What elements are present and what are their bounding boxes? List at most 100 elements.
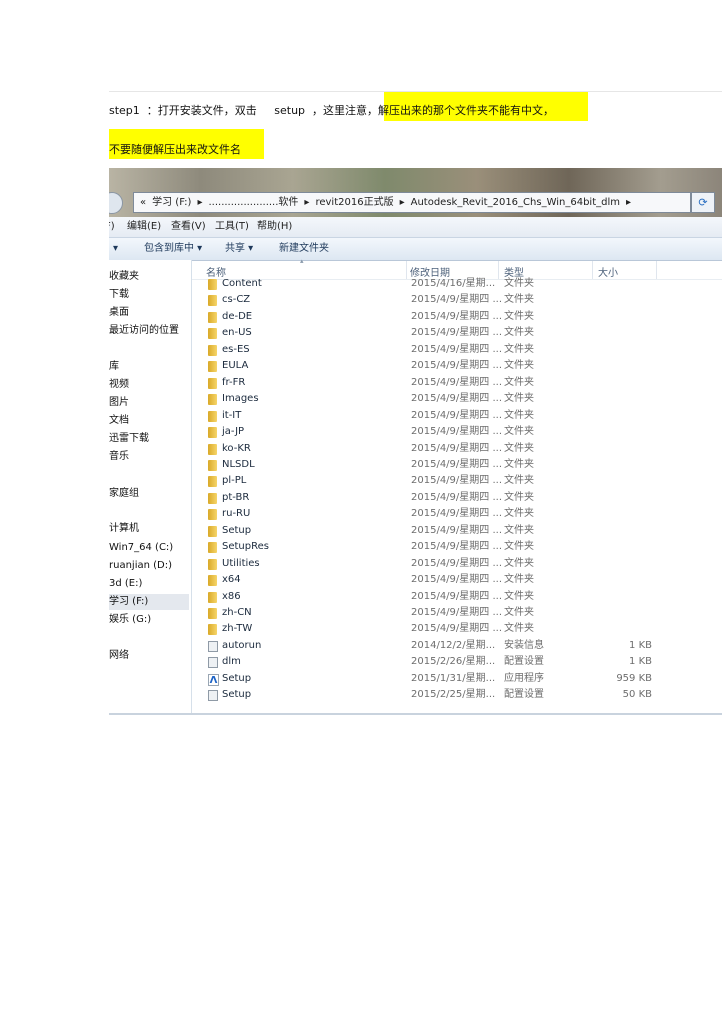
file-name: x86 (222, 590, 241, 602)
sidebar-item[interactable]: 学习 (F:) (109, 594, 189, 610)
file-date: 2015/4/9/星期四 ... (411, 541, 502, 553)
toolbar-button[interactable]: ▾ (113, 238, 118, 260)
file-date: 2015/4/9/星期四 ... (411, 623, 502, 635)
explorer-screenshot: « 学习 (F:) ▸ ......................软件 ▸ revit2… (109, 168, 722, 715)
sidebar-item[interactable]: 3d (E:) (109, 576, 189, 592)
file-name: Utilities (222, 557, 260, 569)
file-date: 2015/4/9/星期四 ... (411, 376, 502, 388)
sidebar-item[interactable]: 文档 (109, 413, 189, 429)
file-row[interactable]: pl-PL 2015/4/9/星期四 ... 文件夹 (192, 473, 722, 489)
file-row[interactable]: zh-TW 2015/4/9/星期四 ... 文件夹 (192, 621, 722, 637)
file-row[interactable]: Λ Setup 2015/1/31/星期... 应用程序 959 KB (192, 671, 722, 687)
file-name: NLSDL (222, 458, 255, 470)
sidebar-item[interactable]: 视频 (109, 377, 189, 393)
sidebar-item[interactable]: Win7_64 (C:) (109, 540, 189, 556)
sidebar-item[interactable]: 网络 (109, 648, 189, 664)
file-name: Setup (222, 689, 252, 701)
breadcrumb-separator-icon[interactable]: ▸ (197, 197, 202, 208)
file-row[interactable]: pt-BR 2015/4/9/星期四 ... 文件夹 (192, 490, 722, 506)
config-file-icon (208, 640, 218, 652)
file-type: 文件夹 (504, 607, 534, 618)
file-type: 文件夹 (504, 557, 534, 569)
sidebar-item[interactable]: 收藏夹 (109, 269, 189, 285)
sidebar-item[interactable]: 下载 (109, 287, 189, 303)
sidebar-item[interactable]: 最近访问的位置 (109, 323, 189, 339)
sidebar-item[interactable]: 计算机 (109, 521, 189, 537)
file-type: 文件夹 (504, 442, 534, 454)
breadcrumb-item[interactable]: revit2016正式版 (315, 197, 393, 208)
sidebar-item[interactable]: 迅雷下载 (109, 431, 189, 447)
file-row[interactable]: Images 2015/4/9/星期四 ... 文件夹 (192, 391, 722, 407)
refresh-icon[interactable]: ⟳ (691, 192, 715, 213)
breadcrumb-separator-icon[interactable]: ▸ (626, 197, 631, 208)
file-name: x64 (222, 574, 241, 586)
menu-item[interactable]: 编辑(E) (127, 217, 161, 237)
file-row[interactable]: EULA 2015/4/9/星期四 ... 文件夹 (192, 358, 722, 374)
folder-icon (208, 295, 217, 307)
file-row[interactable]: x86 2015/4/9/星期四 ... 文件夹 (192, 589, 722, 605)
file-row[interactable]: autorun 2014/12/2/星期... 安装信息 1 KB (192, 638, 722, 654)
file-row[interactable]: it-IT 2015/4/9/星期四 ... 文件夹 (192, 408, 722, 424)
file-row[interactable]: Setup 2015/4/9/星期四 ... 文件夹 (192, 523, 722, 539)
sidebar-item[interactable]: 娱乐 (G:) (109, 612, 189, 628)
file-date: 2015/4/9/星期四 ... (411, 327, 502, 339)
menu-item[interactable]: 工具(T) (215, 217, 249, 237)
file-row[interactable]: x64 2015/4/9/星期四 ... 文件夹 (192, 572, 722, 588)
file-type: 配置设置 (504, 656, 544, 668)
menu-item[interactable]: F) (109, 217, 115, 237)
sidebar-item[interactable]: 家庭组 (109, 486, 189, 502)
folder-icon (208, 377, 217, 389)
folder-icon (208, 624, 217, 636)
file-row[interactable]: SetupRes 2015/4/9/星期四 ... 文件夹 (192, 539, 722, 555)
file-row[interactable]: cs-CZ 2015/4/9/星期四 ... 文件夹 (192, 292, 722, 308)
file-row[interactable]: fr-FR 2015/4/9/星期四 ... 文件夹 (192, 375, 722, 391)
address-bar[interactable]: « 学习 (F:) ▸ ......................软件 ▸ revit2… (133, 192, 691, 213)
folder-icon (208, 575, 217, 587)
file-row[interactable]: Content 2015/4/16/星期... 文件夹 (192, 276, 722, 292)
breadcrumb-item[interactable]: « (140, 197, 146, 208)
file-row[interactable]: ko-KR 2015/4/9/星期四 ... 文件夹 (192, 441, 722, 457)
file-date: 2015/4/9/星期四 ... (411, 294, 502, 306)
instruction-text-highlighted: 压出来的那个文件夹不能有中文， (389, 104, 555, 117)
breadcrumb-item[interactable]: ......................软件 (208, 197, 298, 208)
toolbar-button[interactable]: 新建文件夹 (279, 238, 329, 260)
sidebar-item[interactable]: 桌面 (109, 305, 189, 321)
file-size: 1 KB (629, 639, 652, 651)
file-type: 文件夹 (504, 574, 534, 586)
file-name: EULA (222, 360, 249, 372)
sidebar-item[interactable]: ruanjian (D:) (109, 558, 189, 574)
file-name: ru-RU (222, 508, 251, 520)
breadcrumb-separator-icon[interactable]: ▸ (304, 197, 309, 208)
file-type: 文件夹 (504, 278, 534, 289)
toolbar-button[interactable]: 包含到库中 ▾ (144, 238, 202, 260)
breadcrumb-item[interactable]: 学习 (F:) (152, 197, 191, 208)
file-row[interactable]: Utilities 2015/4/9/星期四 ... 文件夹 (192, 556, 722, 572)
breadcrumb-item[interactable]: Autodesk_Revit_2016_Chs_Win_64bit_dlm (411, 197, 620, 208)
menu-item[interactable]: 查看(V) (171, 217, 206, 237)
breadcrumb-separator-icon[interactable]: ▸ (400, 197, 405, 208)
file-type: 文件夹 (504, 524, 534, 536)
file-row[interactable]: dlm 2015/2/26/星期... 配置设置 1 KB (192, 654, 722, 670)
menu-item[interactable]: 帮助(H) (257, 217, 292, 237)
file-row[interactable]: ru-RU 2015/4/9/星期四 ... 文件夹 (192, 506, 722, 522)
sidebar-item[interactable]: 库 (109, 359, 189, 375)
file-row[interactable]: Setup 2015/2/25/星期... 配置设置 50 KB (192, 687, 722, 703)
file-date: 2015/2/26/星期... (411, 656, 496, 668)
file-date: 2015/4/9/星期四 ... (411, 426, 502, 438)
document-page: step1 ：打开安装文件，双击 setup ，这里注意，解压出来的那个文件夹不… (0, 0, 724, 1024)
file-type: 文件夹 (504, 393, 534, 405)
file-row[interactable]: de-DE 2015/4/9/星期四 ... 文件夹 (192, 309, 722, 325)
file-row[interactable]: en-US 2015/4/9/星期四 ... 文件夹 (192, 325, 722, 341)
file-type: 文件夹 (504, 491, 534, 503)
file-row[interactable]: es-ES 2015/4/9/星期四 ... 文件夹 (192, 342, 722, 358)
file-row[interactable]: zh-CN 2015/4/9/星期四 ... 文件夹 (192, 605, 722, 621)
sidebar-item[interactable]: 音乐 (109, 449, 189, 465)
menu-bar: F) 编辑(E) 查看(V) 工具(T) 帮助(H) (109, 217, 722, 237)
toolbar-button[interactable]: 共享 ▾ (225, 238, 253, 260)
sidebar-item[interactable]: 图片 (109, 395, 189, 411)
file-row[interactable]: NLSDL 2015/4/9/星期四 ... 文件夹 (192, 457, 722, 473)
file-row[interactable]: ja-JP 2015/4/9/星期四 ... 文件夹 (192, 424, 722, 440)
file-name: en-US (222, 327, 252, 339)
file-name: cs-CZ (222, 294, 251, 306)
file-name: ko-KR (222, 442, 251, 454)
